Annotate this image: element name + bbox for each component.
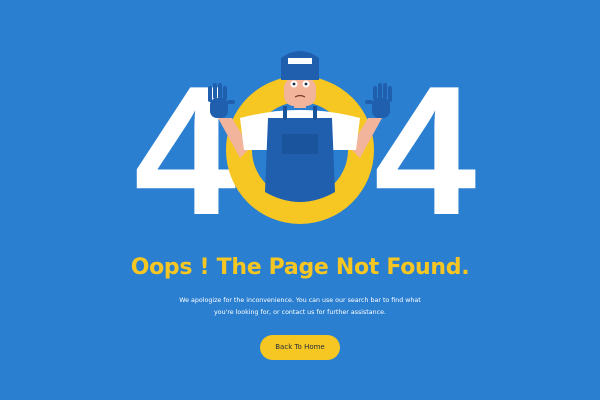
right-glove-icon bbox=[365, 83, 392, 118]
back-to-home-button[interactable]: Back To Home bbox=[260, 335, 340, 360]
error-illustration: 4 4 bbox=[0, 0, 600, 242]
left-glove-icon bbox=[208, 83, 235, 118]
error-message: We apologize for the inconvenience. You … bbox=[179, 297, 421, 316]
cap bbox=[281, 51, 319, 80]
overalls bbox=[265, 118, 335, 202]
page-title: Oops ! The Page Not Found. bbox=[130, 255, 470, 280]
worker-illustration bbox=[208, 51, 392, 224]
